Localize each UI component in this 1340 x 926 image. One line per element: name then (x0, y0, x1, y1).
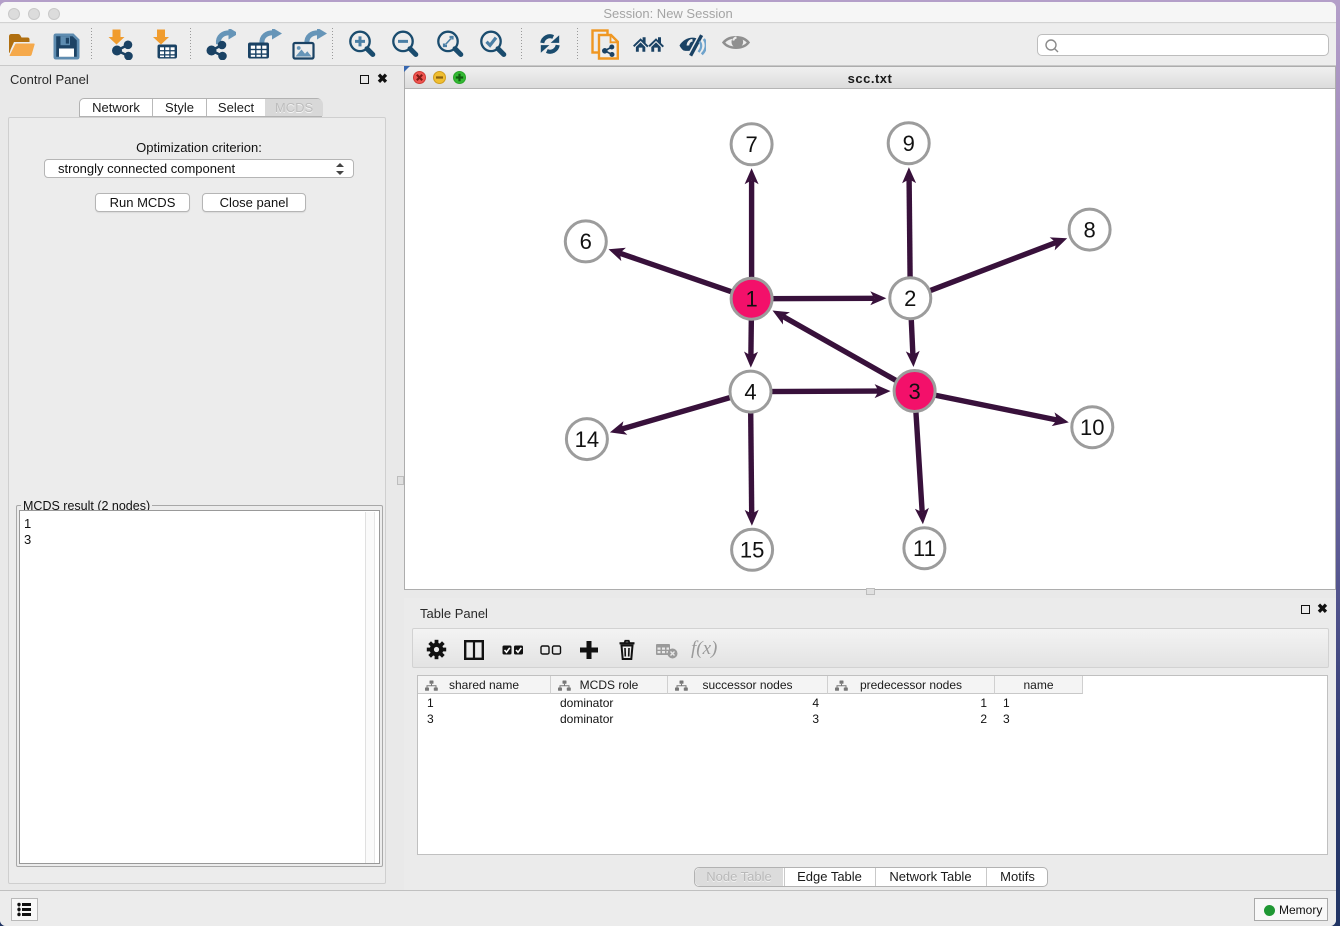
svg-text:7: 7 (745, 132, 757, 157)
svg-text:10: 10 (1080, 415, 1104, 440)
svg-text:14: 14 (575, 427, 599, 452)
svg-text:15: 15 (740, 538, 764, 563)
svg-text:3: 3 (908, 379, 920, 404)
svg-text:6: 6 (580, 229, 592, 254)
svg-text:11: 11 (913, 536, 936, 561)
svg-text:1: 1 (745, 287, 757, 312)
svg-text:2: 2 (904, 286, 916, 311)
svg-text:8: 8 (1083, 217, 1095, 242)
svg-text:9: 9 (903, 131, 915, 156)
svg-text:4: 4 (744, 379, 756, 404)
